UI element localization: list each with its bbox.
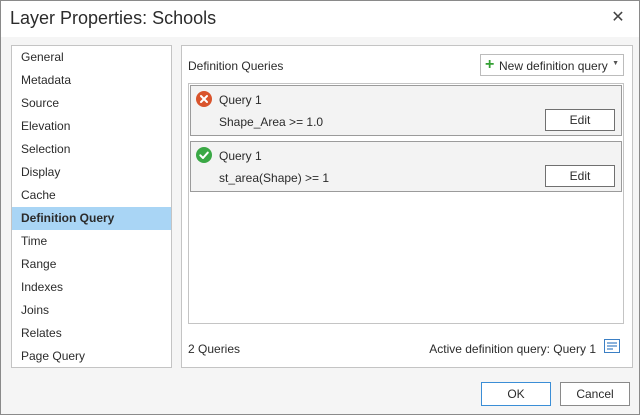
- nav-item-cache[interactable]: Cache: [12, 184, 171, 207]
- panel-title: Definition Queries: [188, 59, 284, 73]
- active-query-label: Active definition query: Query 1: [429, 342, 596, 356]
- error-icon: [196, 91, 212, 107]
- properties-nav: General Metadata Source Elevation Select…: [11, 45, 172, 368]
- query-name: Query 1: [219, 93, 262, 107]
- nav-item-range[interactable]: Range: [12, 253, 171, 276]
- nav-item-definition-query[interactable]: Definition Query: [12, 207, 171, 230]
- nav-item-elevation[interactable]: Elevation: [12, 115, 171, 138]
- layer-properties-dialog: Layer Properties: Schools ✕ General Meta…: [0, 0, 640, 415]
- nav-item-indexes[interactable]: Indexes: [12, 276, 171, 299]
- edit-button[interactable]: Edit: [545, 109, 615, 131]
- dialog-title: Layer Properties: Schools: [10, 8, 217, 28]
- query-card[interactable]: Query 1 st_area(Shape) >= 1 Edit: [190, 141, 622, 192]
- new-definition-query-label: New definition query: [499, 59, 608, 73]
- definition-query-panel: Definition Queries + New definition quer…: [181, 45, 633, 368]
- query-list: Query 1 Shape_Area >= 1.0 Edit Query 1 s…: [188, 83, 624, 324]
- query-count: 2 Queries: [188, 342, 241, 356]
- query-expression: st_area(Shape) >= 1: [219, 171, 330, 185]
- title-bar: Layer Properties: Schools ✕: [1, 1, 639, 37]
- ok-button[interactable]: OK: [481, 382, 551, 406]
- plus-icon: +: [485, 56, 495, 73]
- query-name: Query 1: [219, 149, 262, 163]
- nav-item-selection[interactable]: Selection: [12, 138, 171, 161]
- dropdown-arrow-icon[interactable]: ▼: [612, 60, 619, 67]
- sql-view-icon[interactable]: [604, 339, 620, 353]
- nav-item-time[interactable]: Time: [12, 230, 171, 253]
- nav-item-page-query[interactable]: Page Query: [12, 345, 171, 368]
- new-definition-query-button[interactable]: + New definition query ▼: [480, 54, 624, 76]
- nav-item-display[interactable]: Display: [12, 161, 171, 184]
- checkmark-icon: [196, 147, 212, 163]
- nav-item-metadata[interactable]: Metadata: [12, 69, 171, 92]
- close-icon[interactable]: ✕: [609, 9, 627, 27]
- cancel-button[interactable]: Cancel: [560, 382, 630, 406]
- nav-item-relates[interactable]: Relates: [12, 322, 171, 345]
- nav-item-source[interactable]: Source: [12, 92, 171, 115]
- edit-button[interactable]: Edit: [545, 165, 615, 187]
- query-expression: Shape_Area >= 1.0: [219, 115, 324, 129]
- nav-item-joins[interactable]: Joins: [12, 299, 171, 322]
- nav-item-general[interactable]: General: [12, 46, 171, 69]
- query-card[interactable]: Query 1 Shape_Area >= 1.0 Edit: [190, 85, 622, 136]
